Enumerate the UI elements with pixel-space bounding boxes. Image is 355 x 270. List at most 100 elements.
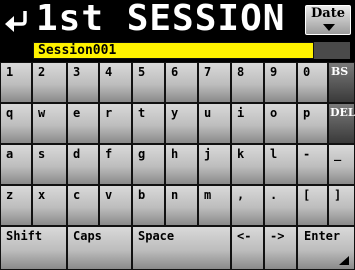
key[interactable]: g xyxy=(132,144,165,185)
key-label: f xyxy=(105,147,113,161)
key[interactable]: 3 xyxy=(67,62,99,103)
key[interactable]: 2 xyxy=(32,62,67,103)
key-label: - xyxy=(303,147,311,161)
on-screen-keyboard: 1 2 3 4 5 6 7 8 9 0 BS q w e r t y u i o… xyxy=(0,0,355,270)
key[interactable]: i xyxy=(231,103,264,144)
key-label: s xyxy=(38,147,46,161)
key[interactable]: x xyxy=(32,185,67,226)
key-label: y xyxy=(171,106,179,120)
enter-key[interactable]: Enter xyxy=(297,226,355,270)
key[interactable]: k xyxy=(231,144,264,185)
key-label: v xyxy=(105,188,113,202)
key-label: 2 xyxy=(38,65,46,79)
key-label: Enter xyxy=(304,229,341,243)
key-label: -> xyxy=(270,229,285,243)
key-label: Shift xyxy=(6,229,43,243)
key[interactable]: t xyxy=(132,103,165,144)
key[interactable]: ] xyxy=(328,185,355,226)
key-label: 3 xyxy=(73,65,81,79)
backspace-key[interactable]: BS xyxy=(328,62,355,103)
key-label: 4 xyxy=(105,65,113,79)
key[interactable]: s xyxy=(32,144,67,185)
key-label: , xyxy=(237,188,245,202)
key-label: a xyxy=(6,147,14,161)
key[interactable]: - xyxy=(297,144,328,185)
key-label: DEL xyxy=(330,106,355,119)
key[interactable]: v xyxy=(99,185,132,226)
key-label: o xyxy=(270,106,278,120)
key[interactable]: . xyxy=(264,185,297,226)
key-label: z xyxy=(6,188,14,202)
key-label: c xyxy=(73,188,81,202)
key-label: BS xyxy=(331,65,349,78)
key[interactable]: z xyxy=(0,185,32,226)
key-label: h xyxy=(171,147,179,161)
shift-key[interactable]: Shift xyxy=(0,226,67,270)
key-label: j xyxy=(204,147,212,161)
key-label: 1 xyxy=(6,65,14,79)
key[interactable]: j xyxy=(198,144,231,185)
key[interactable]: 1 xyxy=(0,62,32,103)
key-label: 8 xyxy=(237,65,245,79)
key-label: u xyxy=(204,106,212,120)
key-label: w xyxy=(38,106,46,120)
key-label: <- xyxy=(237,229,252,243)
key[interactable]: n xyxy=(165,185,198,226)
key-label: i xyxy=(237,106,245,120)
cursor-left-key[interactable]: <- xyxy=(231,226,264,270)
key-label: n xyxy=(171,188,179,202)
key-label: Caps xyxy=(73,229,102,243)
key[interactable]: d xyxy=(67,144,99,185)
space-key[interactable]: Space xyxy=(132,226,231,270)
key[interactable]: e xyxy=(67,103,99,144)
key[interactable]: w xyxy=(32,103,67,144)
key-label: 5 xyxy=(138,65,146,79)
key[interactable]: m xyxy=(198,185,231,226)
key[interactable]: 4 xyxy=(99,62,132,103)
key[interactable]: , xyxy=(231,185,264,226)
key-label: 0 xyxy=(303,65,311,79)
key[interactable]: 9 xyxy=(264,62,297,103)
key[interactable]: h xyxy=(165,144,198,185)
key[interactable]: a xyxy=(0,144,32,185)
key[interactable]: 6 xyxy=(165,62,198,103)
key[interactable]: 8 xyxy=(231,62,264,103)
key-label: Space xyxy=(138,229,175,243)
key[interactable]: b xyxy=(132,185,165,226)
key[interactable]: o xyxy=(264,103,297,144)
key[interactable]: _ xyxy=(328,144,355,185)
key[interactable]: 0 xyxy=(297,62,328,103)
key-label: x xyxy=(38,188,46,202)
key[interactable]: 5 xyxy=(132,62,165,103)
key-label: m xyxy=(204,188,212,202)
cursor-right-key[interactable]: -> xyxy=(264,226,297,270)
key[interactable]: c xyxy=(67,185,99,226)
key-label: g xyxy=(138,147,146,161)
key-label: [ xyxy=(303,188,311,202)
key[interactable]: y xyxy=(165,103,198,144)
delete-key[interactable]: DEL xyxy=(328,103,355,144)
key-label: 7 xyxy=(204,65,212,79)
key-label: e xyxy=(73,106,81,120)
key[interactable]: l xyxy=(264,144,297,185)
key[interactable]: 7 xyxy=(198,62,231,103)
key-label: p xyxy=(303,106,311,120)
key[interactable]: [ xyxy=(297,185,328,226)
key-label: q xyxy=(6,106,14,120)
key-label: _ xyxy=(334,147,342,161)
key-label: . xyxy=(270,188,278,202)
key-label: ] xyxy=(334,188,342,202)
key[interactable]: r xyxy=(99,103,132,144)
key[interactable]: f xyxy=(99,144,132,185)
key-label: k xyxy=(237,147,245,161)
key[interactable]: u xyxy=(198,103,231,144)
caps-key[interactable]: Caps xyxy=(67,226,132,270)
key-label: 9 xyxy=(270,65,278,79)
key-label: 6 xyxy=(171,65,179,79)
enter-corner-icon xyxy=(339,256,349,265)
key[interactable]: q xyxy=(0,103,32,144)
key[interactable]: p xyxy=(297,103,328,144)
key-label: b xyxy=(138,188,146,202)
key-label: t xyxy=(138,106,146,120)
key-label: d xyxy=(73,147,81,161)
